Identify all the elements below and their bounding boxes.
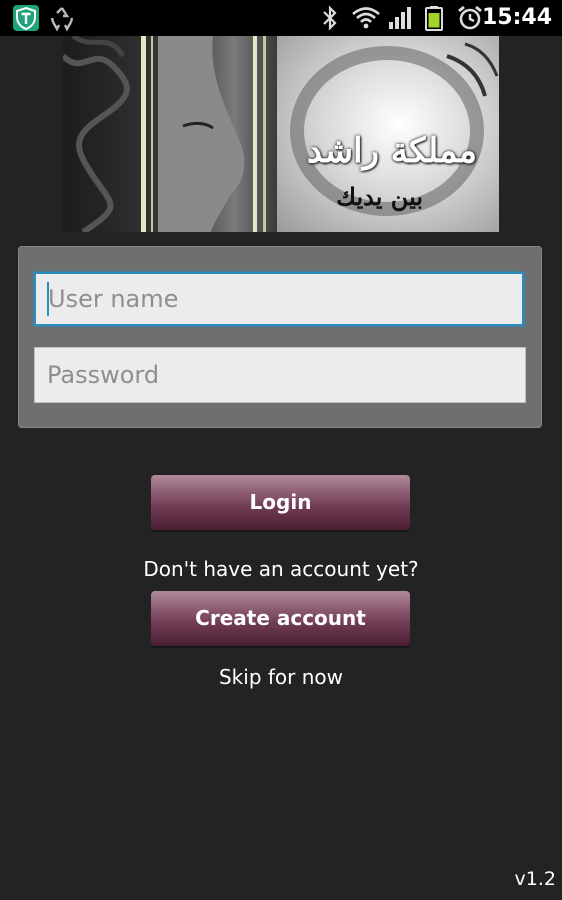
signup-prompt: Don't have an account yet? — [143, 557, 419, 581]
text-cursor — [47, 282, 49, 316]
status-time: 15:44 — [481, 5, 552, 30]
banner-subtitle: بين يديك — [336, 182, 423, 211]
header-banner: مملكة راشد بين يديك — [63, 36, 499, 232]
wifi-icon — [351, 5, 381, 31]
skip-link[interactable]: Skip for now — [0, 665, 562, 689]
banner-portrait — [63, 36, 277, 232]
username-input[interactable] — [34, 272, 524, 326]
recycle-icon — [48, 5, 76, 32]
alarm-icon — [456, 5, 484, 31]
version-label: v1.2 — [514, 868, 556, 890]
create-account-button[interactable]: Create account — [151, 591, 410, 646]
banner-title: مملكة راشد — [306, 131, 477, 171]
signal-icon — [388, 5, 412, 31]
bluetooth-icon — [320, 5, 340, 31]
battery-icon — [424, 5, 444, 31]
login-button[interactable]: Login — [151, 475, 410, 530]
login-panel — [18, 246, 542, 428]
status-bar: 15:44 — [0, 0, 562, 36]
password-input[interactable] — [34, 347, 526, 403]
shield-t-icon — [12, 5, 40, 31]
